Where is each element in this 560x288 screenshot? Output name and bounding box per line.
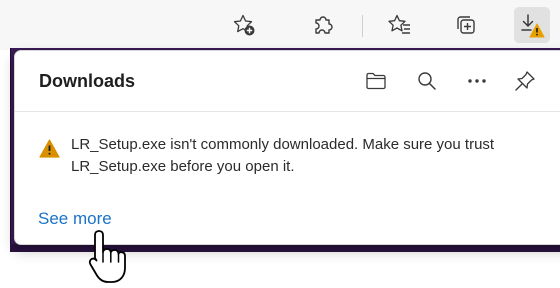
downloads-button[interactable] (514, 7, 550, 43)
open-folder-icon (366, 72, 386, 90)
more-options-icon (468, 79, 486, 83)
more-options-button[interactable] (462, 66, 492, 96)
extensions-icon (315, 16, 333, 34)
downloads-title: Downloads (39, 71, 136, 91)
collections-button[interactable] (448, 7, 484, 43)
toolbar-separator (362, 15, 363, 37)
favorites-icon (388, 14, 410, 34)
download-warning-message: LR_Setup.exe isn't commonly downloaded. … (71, 136, 495, 175)
pin-icon (515, 71, 535, 91)
open-downloads-folder-button[interactable] (361, 66, 391, 96)
extensions-button[interactable] (305, 7, 341, 43)
browser-toolbar (0, 0, 560, 50)
warning-icon (39, 139, 60, 158)
downloads-warning-icon (521, 14, 545, 38)
add-favorite-button[interactable] (226, 7, 262, 43)
search-icon (418, 72, 436, 90)
panel-divider (15, 111, 560, 112)
favorites-button[interactable] (382, 7, 418, 43)
search-downloads-button[interactable] (412, 66, 442, 96)
pin-downloads-button[interactable] (510, 66, 540, 96)
collections-icon (457, 16, 475, 34)
favorites-add-icon (233, 14, 255, 36)
hand-pointer-icon (88, 230, 126, 283)
see-more-link[interactable]: See more (38, 209, 112, 229)
downloads-panel: Downloads LR_Setup.exe isn't commonly do (14, 50, 560, 245)
